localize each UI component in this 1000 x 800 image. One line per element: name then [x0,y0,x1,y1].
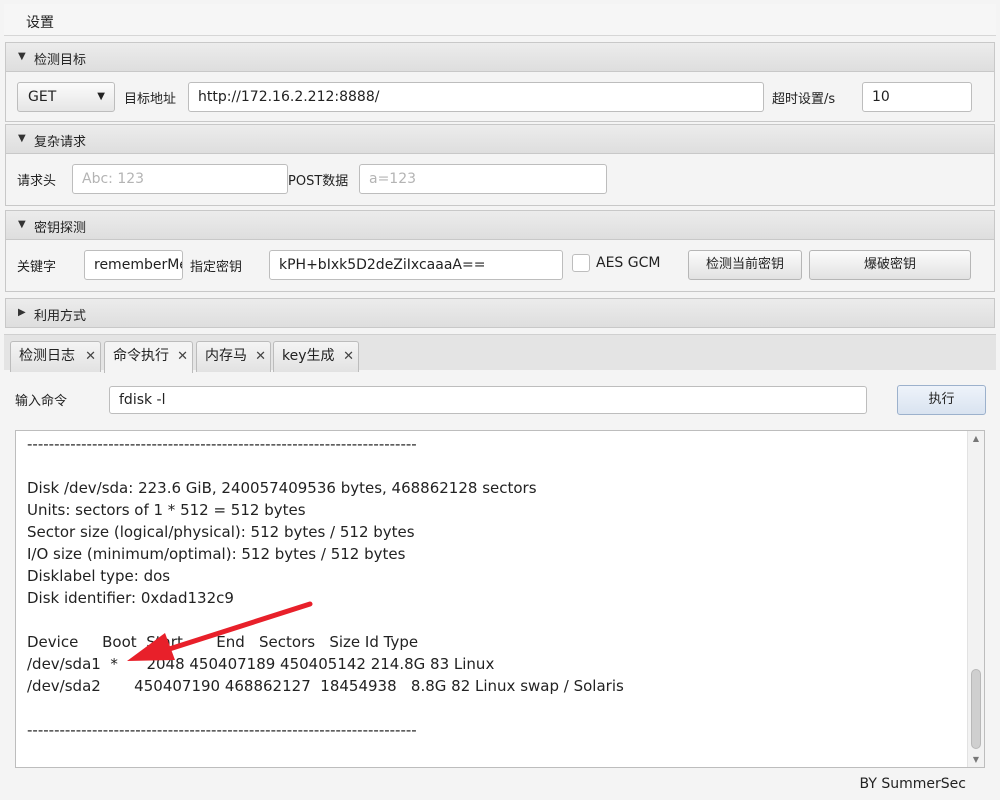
complex-request-header[interactable]: ▼ 复杂请求 [5,124,995,154]
timeout-input[interactable]: 10 [862,82,972,112]
key-input[interactable]: kPH+bIxk5D2deZiIxcaaaA== [269,250,563,280]
detect-target-header[interactable]: ▼ 检测目标 [5,42,995,72]
method-select[interactable]: GET ▼ [17,82,115,112]
tab-memshell[interactable]: 内存马 ✕ [196,341,271,372]
expand-triangle-icon: ▼ [18,51,26,62]
target-url-input[interactable]: http://172.16.2.212:8888/ [188,82,764,112]
aes-gcm-label: AES GCM [596,255,661,271]
collapse-triangle-icon: ▶ [18,307,26,318]
close-icon[interactable]: ✕ [343,342,354,371]
scrollbar-thumb[interactable] [971,669,981,749]
execute-button[interactable]: 执行 [897,385,986,415]
header-label: 请求头 [17,174,57,189]
post-data-input[interactable]: a=123 [359,164,607,194]
key-probe-title: 密钥探测 [34,221,87,236]
chevron-down-icon: ▼ [97,91,105,102]
command-label: 输入命令 [15,394,68,409]
expand-triangle-icon: ▼ [18,219,26,230]
menu-settings[interactable]: 设置 [26,12,54,32]
tab-bar: 检测日志 ✕ 命令执行 ✕ 内存马 ✕ key生成 ✕ [4,334,996,373]
footer-credit: BY SummerSec [859,776,966,792]
keyword-input[interactable]: rememberMe [84,250,183,280]
complex-request-title: 复杂请求 [34,135,87,150]
key-probe-header[interactable]: ▼ 密钥探测 [5,210,995,240]
console-text: ----------------------------------------… [27,435,624,739]
command-input[interactable]: fdisk -l [109,386,867,414]
tab-command-exec[interactable]: 命令执行 ✕ [104,341,193,373]
scroll-down-icon[interactable]: ▼ [968,755,984,764]
detect-key-button[interactable]: 检测当前密钥 [688,250,802,280]
keyword-label: 关键字 [17,260,57,275]
console-output[interactable]: ----------------------------------------… [15,430,985,768]
scroll-up-icon[interactable]: ▲ [968,434,984,443]
close-icon[interactable]: ✕ [177,342,188,371]
close-icon[interactable]: ✕ [85,342,96,371]
tab-detect-log[interactable]: 检测日志 ✕ [10,341,101,372]
exploit-title: 利用方式 [34,309,87,324]
target-url-label: 目标地址 [124,92,177,107]
timeout-label: 超时设置/s [772,92,836,107]
expand-triangle-icon: ▼ [18,133,26,144]
close-icon[interactable]: ✕ [255,342,266,371]
key-label: 指定密钥 [190,260,243,275]
detect-target-panel: GET ▼ 目标地址 http://172.16.2.212:8888/ 超时设… [5,72,995,122]
key-probe-panel: 关键字 rememberMe 指定密钥 kPH+bIxk5D2deZiIxcaa… [5,240,995,292]
request-header-input[interactable]: Abc: 123 [72,164,288,194]
complex-request-panel: 请求头 Abc: 123 POST数据 a=123 [5,154,995,206]
brute-key-button[interactable]: 爆破密钥 [809,250,971,280]
aes-gcm-checkbox[interactable] [572,254,590,272]
tab-key-gen[interactable]: key生成 ✕ [273,341,359,372]
detect-target-title: 检测目标 [34,53,87,68]
scrollbar[interactable]: ▲ ▼ [967,431,984,767]
menu-bar: 设置 [4,4,996,36]
post-data-label: POST数据 [288,174,349,189]
exploit-header[interactable]: ▶ 利用方式 [5,298,995,328]
